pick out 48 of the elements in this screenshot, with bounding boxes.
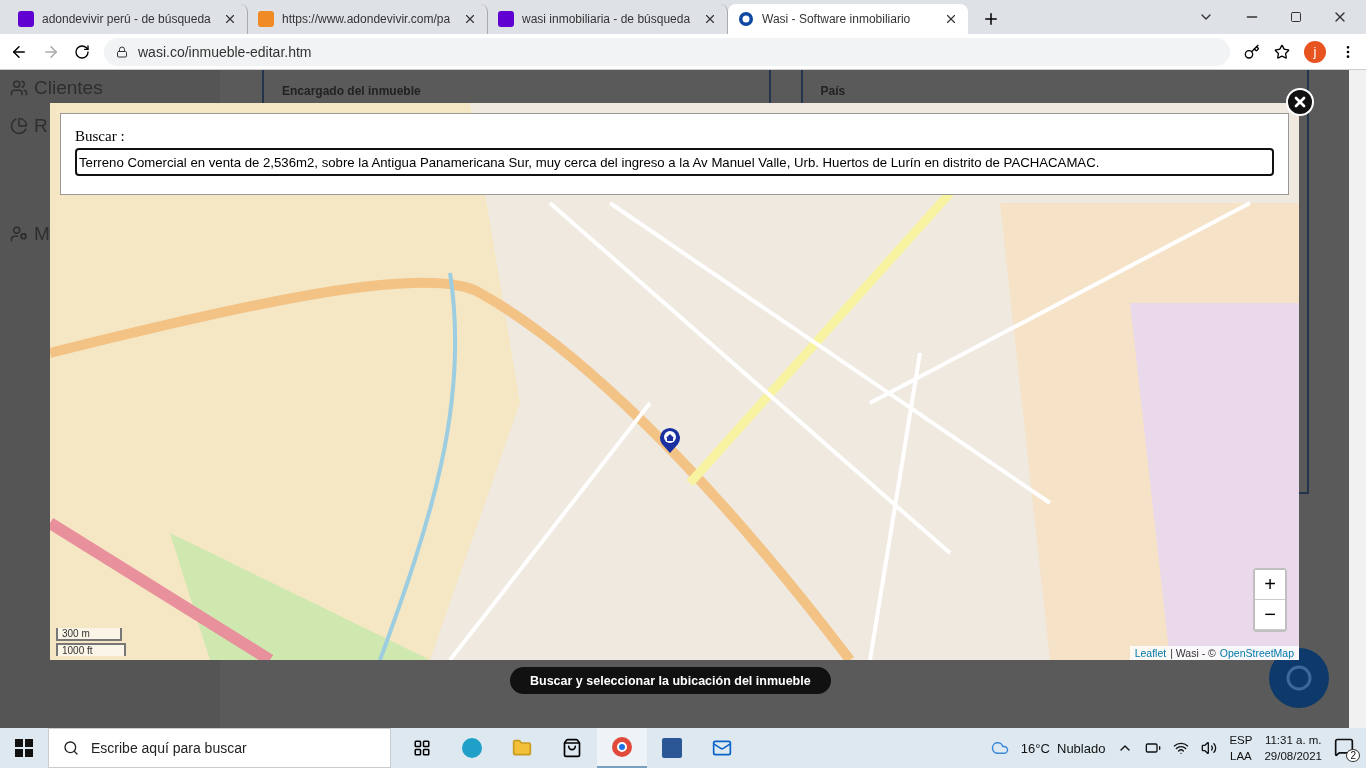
site-logo-icon xyxy=(18,11,34,27)
site-logo-icon xyxy=(498,11,514,27)
battery-icon[interactable] xyxy=(1145,740,1162,756)
restore-icon[interactable] xyxy=(1290,11,1302,23)
close-icon[interactable] xyxy=(463,12,477,26)
wifi-icon[interactable] xyxy=(1173,740,1190,756)
map-scale: 300 m xyxy=(56,628,122,641)
clock-time[interactable]: 11:31 a. m. xyxy=(1264,732,1322,748)
site-logo-icon xyxy=(738,11,754,27)
windows-logo-icon[interactable] xyxy=(15,739,33,757)
section-heading: País xyxy=(820,84,847,98)
site-logo-icon xyxy=(258,11,274,27)
pie-chart-icon xyxy=(10,117,28,135)
ring-icon xyxy=(1284,663,1314,693)
language-indicator[interactable]: LAA xyxy=(1230,748,1252,764)
user-gear-icon xyxy=(10,225,28,243)
map-scale: 1000 ft xyxy=(56,643,126,656)
map-caption: Buscar y seleccionar la ubicación del inmueble xyxy=(510,667,831,694)
location-pin-icon[interactable] xyxy=(658,426,682,454)
profile-avatar[interactable]: j xyxy=(1304,40,1326,63)
new-tab-icon[interactable] xyxy=(982,10,1000,28)
zoom-in-button[interactable]: + xyxy=(1255,570,1285,600)
bookmark-star-icon[interactable] xyxy=(1274,43,1290,60)
close-icon[interactable] xyxy=(944,12,958,26)
people-icon xyxy=(10,79,28,97)
close-button[interactable] xyxy=(1286,88,1314,116)
weather-text[interactable]: 16°C Nublado xyxy=(1020,740,1106,756)
attribution-text: | Wasi - © xyxy=(1170,647,1216,659)
close-icon[interactable] xyxy=(703,12,717,26)
lock-icon xyxy=(116,45,128,58)
clock-date[interactable]: 29/08/2021 xyxy=(1264,748,1322,764)
cloud-icon xyxy=(990,739,1009,757)
scrollbar[interactable] xyxy=(1349,70,1366,728)
section-heading: Encargado del inmueble xyxy=(282,84,422,98)
attribution-link[interactable]: OpenStreetMap xyxy=(1219,647,1294,659)
speaker-icon[interactable] xyxy=(1201,740,1218,756)
reload-icon[interactable] xyxy=(74,43,90,60)
language-indicator[interactable]: ESP xyxy=(1229,732,1253,748)
browser-tab[interactable]: Wasi - Software inmobiliario xyxy=(728,4,968,34)
search-icon xyxy=(63,740,79,756)
close-icon[interactable] xyxy=(223,12,237,26)
search-label: Buscar : xyxy=(75,128,126,145)
address-bar[interactable]: wasi.co/inmueble-editar.htm xyxy=(104,37,1230,66)
taskbar-search-field[interactable]: Escribe aquí para buscar xyxy=(48,728,391,768)
key-icon[interactable] xyxy=(1244,43,1260,60)
close-icon xyxy=(1292,94,1308,110)
attribution-link[interactable]: Leaflet xyxy=(1134,647,1167,659)
search-input[interactable]: Terreno Comercial en venta de 2,536m2, sobre la Antigua Panamericana Sur, muy cerca del ingreso a la Av Manuel Valle, Urb. Huertos de Lurín en distrito de PACHACAMAC. xyxy=(75,148,1274,176)
